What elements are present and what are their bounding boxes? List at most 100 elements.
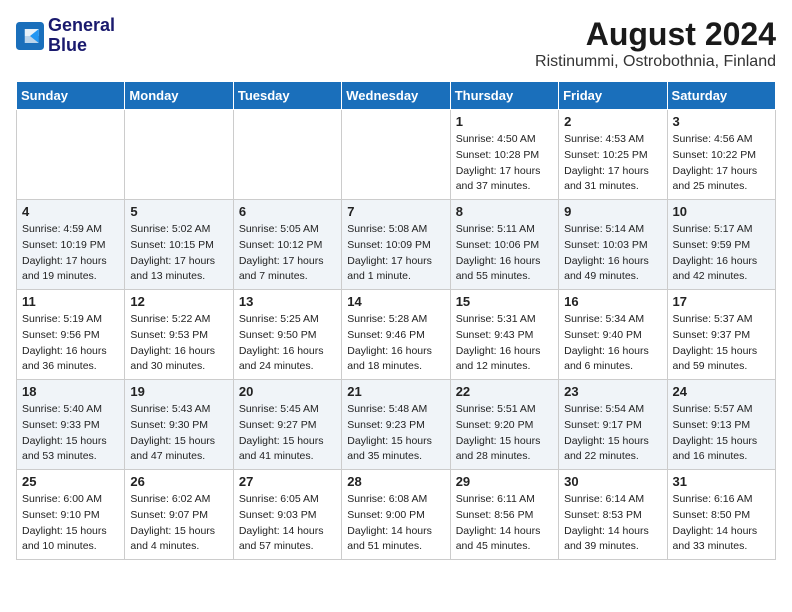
day-number: 11 (22, 294, 119, 309)
day-of-week-header: Monday (125, 82, 233, 110)
day-info: Sunrise: 5:05 AM Sunset: 10:12 PM Daylig… (239, 222, 336, 285)
calendar-cell: 25Sunrise: 6:00 AM Sunset: 9:10 PM Dayli… (17, 470, 125, 560)
day-number: 30 (564, 474, 661, 489)
day-number: 1 (456, 114, 553, 129)
day-of-week-header: Friday (559, 82, 667, 110)
day-number: 22 (456, 384, 553, 399)
day-info: Sunrise: 5:28 AM Sunset: 9:46 PM Dayligh… (347, 312, 444, 375)
calendar-cell: 11 Sunrise: 5:19 AM Sunset: 9:56 PM Dayli… (17, 290, 125, 380)
day-number: 27 (239, 474, 336, 489)
day-of-week-header: Tuesday (233, 82, 341, 110)
calendar-cell: 9Sunrise: 5:14 AM Sunset: 10:03 PM Dayli… (559, 200, 667, 290)
day-number: 29 (456, 474, 553, 489)
day-of-week-header: Saturday (667, 82, 775, 110)
day-info: Sunrise: 5:48 AM Sunset: 9:23 PM Dayligh… (347, 402, 444, 465)
calendar-cell: 6Sunrise: 5:05 AM Sunset: 10:12 PM Dayli… (233, 200, 341, 290)
calendar-cell: 20Sunrise: 5:45 AM Sunset: 9:27 PM Dayli… (233, 380, 341, 470)
day-number: 13 (239, 294, 336, 309)
day-number: 23 (564, 384, 661, 399)
calendar-cell: 15 Sunrise: 5:31 AM Sunset: 9:43 PM Dayli… (450, 290, 558, 380)
day-info: Sunrise: 6:16 AM Sunset: 8:50 PM Dayligh… (673, 492, 770, 555)
day-info: Sunrise: 5:34 AM Sunset: 9:40 PM Dayligh… (564, 312, 661, 375)
day-number: 14 (347, 294, 444, 309)
location-subtitle: Ristinummi, Ostrobothnia, Finland (535, 53, 776, 71)
day-number: 26 (130, 474, 227, 489)
day-info: Sunrise: 5:45 AM Sunset: 9:27 PM Dayligh… (239, 402, 336, 465)
day-info: Sunrise: 5:51 AM Sunset: 9:20 PM Dayligh… (456, 402, 553, 465)
day-number: 21 (347, 384, 444, 399)
day-number: 19 (130, 384, 227, 399)
day-info: Sunrise: 5:40 AM Sunset: 9:33 PM Dayligh… (22, 402, 119, 465)
logo: General Blue (16, 16, 115, 56)
day-info: Sunrise: 5:19 AM Sunset: 9:56 PM Dayligh… (22, 312, 119, 375)
calendar-cell: 27Sunrise: 6:05 AM Sunset: 9:03 PM Dayli… (233, 470, 341, 560)
day-number: 9 (564, 204, 661, 219)
calendar-week-row: 18 Sunrise: 5:40 AM Sunset: 9:33 PM Dayli… (17, 380, 776, 470)
calendar-cell: 31 Sunrise: 6:16 AM Sunset: 8:50 PM Dayli… (667, 470, 775, 560)
calendar-cell: 29 Sunrise: 6:11 AM Sunset: 8:56 PM Dayli… (450, 470, 558, 560)
day-info: Sunrise: 4:53 AM Sunset: 10:25 PM Daylig… (564, 132, 661, 195)
calendar-cell: 10Sunrise: 5:17 AM Sunset: 9:59 PM Dayli… (667, 200, 775, 290)
day-info: Sunrise: 5:43 AM Sunset: 9:30 PM Dayligh… (130, 402, 227, 465)
day-number: 17 (673, 294, 770, 309)
calendar-cell (233, 110, 341, 200)
logo-icon (16, 22, 44, 50)
day-info: Sunrise: 4:59 AM Sunset: 10:19 PM Daylig… (22, 222, 119, 285)
day-number: 7 (347, 204, 444, 219)
calendar-cell (342, 110, 450, 200)
day-number: 8 (456, 204, 553, 219)
day-number: 10 (673, 204, 770, 219)
day-number: 31 (673, 474, 770, 489)
day-number: 2 (564, 114, 661, 129)
day-number: 24 (673, 384, 770, 399)
calendar-cell (125, 110, 233, 200)
day-info: Sunrise: 6:08 AM Sunset: 9:00 PM Dayligh… (347, 492, 444, 555)
calendar-cell: 2 Sunrise: 4:53 AM Sunset: 10:25 PM Dayli… (559, 110, 667, 200)
day-info: Sunrise: 5:08 AM Sunset: 10:09 PM Daylig… (347, 222, 444, 285)
day-info: Sunrise: 5:11 AM Sunset: 10:06 PM Daylig… (456, 222, 553, 285)
calendar-cell: 19 Sunrise: 5:43 AM Sunset: 9:30 PM Dayli… (125, 380, 233, 470)
page-header: General Blue August 2024 Ristinummi, Ost… (16, 16, 776, 71)
calendar-week-row: 4 Sunrise: 4:59 AM Sunset: 10:19 PM Dayli… (17, 200, 776, 290)
calendar-cell: 8 Sunrise: 5:11 AM Sunset: 10:06 PM Dayli… (450, 200, 558, 290)
calendar-cell (17, 110, 125, 200)
calendar-cell: 21 Sunrise: 5:48 AM Sunset: 9:23 PM Dayli… (342, 380, 450, 470)
calendar-header-row: SundayMondayTuesdayWednesdayThursdayFrid… (17, 82, 776, 110)
day-info: Sunrise: 5:02 AM Sunset: 10:15 PM Daylig… (130, 222, 227, 285)
calendar-cell: 30 Sunrise: 6:14 AM Sunset: 8:53 PM Dayli… (559, 470, 667, 560)
day-info: Sunrise: 4:50 AM Sunset: 10:28 PM Daylig… (456, 132, 553, 195)
calendar-week-row: 1 Sunrise: 4:50 AM Sunset: 10:28 PM Dayli… (17, 110, 776, 200)
calendar-cell: 26 Sunrise: 6:02 AM Sunset: 9:07 PM Dayli… (125, 470, 233, 560)
calendar-table: SundayMondayTuesdayWednesdayThursdayFrid… (16, 81, 776, 560)
day-info: Sunrise: 5:57 AM Sunset: 9:13 PM Dayligh… (673, 402, 770, 465)
day-number: 28 (347, 474, 444, 489)
day-number: 15 (456, 294, 553, 309)
logo-text: General Blue (48, 16, 115, 56)
day-info: Sunrise: 5:31 AM Sunset: 9:43 PM Dayligh… (456, 312, 553, 375)
calendar-cell: 3Sunrise: 4:56 AM Sunset: 10:22 PM Dayli… (667, 110, 775, 200)
calendar-cell: 7 Sunrise: 5:08 AM Sunset: 10:09 PM Dayli… (342, 200, 450, 290)
day-info: Sunrise: 5:37 AM Sunset: 9:37 PM Dayligh… (673, 312, 770, 375)
calendar-cell: 16Sunrise: 5:34 AM Sunset: 9:40 PM Dayli… (559, 290, 667, 380)
calendar-cell: 14 Sunrise: 5:28 AM Sunset: 9:46 PM Dayli… (342, 290, 450, 380)
calendar-cell: 13 Sunrise: 5:25 AM Sunset: 9:50 PM Dayli… (233, 290, 341, 380)
day-number: 18 (22, 384, 119, 399)
calendar-cell: 18 Sunrise: 5:40 AM Sunset: 9:33 PM Dayli… (17, 380, 125, 470)
calendar-cell: 5Sunrise: 5:02 AM Sunset: 10:15 PM Dayli… (125, 200, 233, 290)
day-info: Sunrise: 5:25 AM Sunset: 9:50 PM Dayligh… (239, 312, 336, 375)
calendar-cell: 22 Sunrise: 5:51 AM Sunset: 9:20 PM Dayli… (450, 380, 558, 470)
day-of-week-header: Thursday (450, 82, 558, 110)
day-info: Sunrise: 6:00 AM Sunset: 9:10 PM Dayligh… (22, 492, 119, 555)
day-number: 4 (22, 204, 119, 219)
calendar-cell: 17 Sunrise: 5:37 AM Sunset: 9:37 PM Dayli… (667, 290, 775, 380)
calendar-cell: 4 Sunrise: 4:59 AM Sunset: 10:19 PM Dayli… (17, 200, 125, 290)
day-info: Sunrise: 6:11 AM Sunset: 8:56 PM Dayligh… (456, 492, 553, 555)
calendar-week-row: 11 Sunrise: 5:19 AM Sunset: 9:56 PM Dayli… (17, 290, 776, 380)
calendar-cell: 1 Sunrise: 4:50 AM Sunset: 10:28 PM Dayli… (450, 110, 558, 200)
day-info: Sunrise: 5:22 AM Sunset: 9:53 PM Dayligh… (130, 312, 227, 375)
day-of-week-header: Sunday (17, 82, 125, 110)
day-info: Sunrise: 6:14 AM Sunset: 8:53 PM Dayligh… (564, 492, 661, 555)
day-info: Sunrise: 6:02 AM Sunset: 9:07 PM Dayligh… (130, 492, 227, 555)
calendar-cell: 28 Sunrise: 6:08 AM Sunset: 9:00 PM Dayli… (342, 470, 450, 560)
calendar-cell: 12Sunrise: 5:22 AM Sunset: 9:53 PM Dayli… (125, 290, 233, 380)
